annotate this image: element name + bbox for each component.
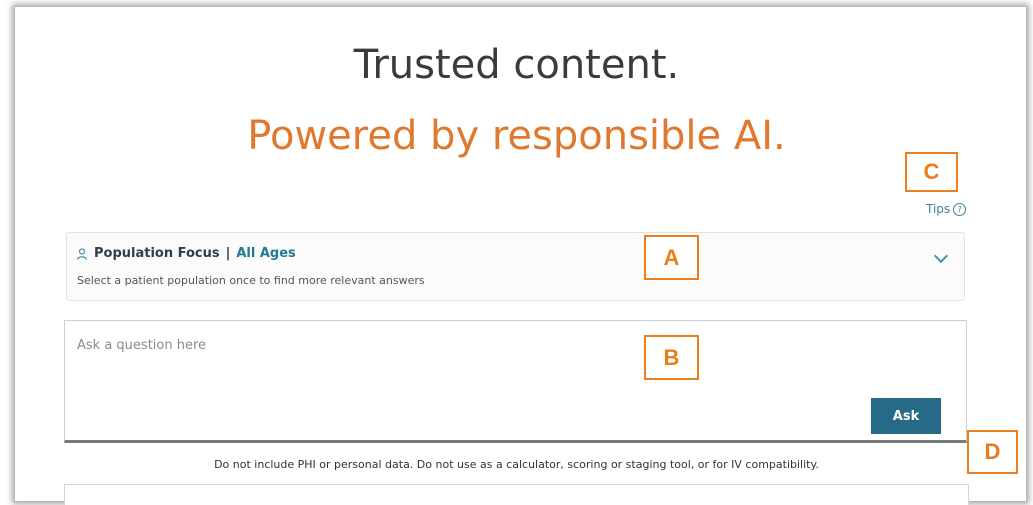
tips-link[interactable]: Tips ? [926,202,967,216]
disclaimer-text: Do not include PHI or personal data. Do … [214,458,819,471]
chevron-down-icon[interactable] [933,248,949,264]
population-focus-value: All Ages [236,246,296,261]
population-focus-subtext: Select a patient population once to find… [77,274,425,287]
hero-title: Trusted content. [353,42,680,88]
callout-d: D [967,430,1018,474]
callout-b: B [644,335,699,380]
ask-button[interactable]: Ask [871,398,941,434]
screenshot-frame: Trusted content. Powered by responsible … [0,0,1033,505]
population-focus-header: Population Focus | All Ages [76,246,296,261]
question-box: Ask [64,320,967,443]
population-focus-separator: | [225,246,231,261]
callout-a: A [644,235,699,280]
callout-c: C [905,152,958,192]
question-input[interactable] [75,337,859,354]
help-circle-icon: ? [953,202,967,216]
results-panel-edge [64,484,969,505]
population-focus-label: Population Focus [94,246,220,261]
person-icon [76,247,88,260]
hero-subtitle: Powered by responsible AI. [247,113,786,159]
tips-label: Tips [926,202,951,216]
population-focus-dropdown[interactable]: Population Focus | All Ages Select a pat… [66,232,965,301]
